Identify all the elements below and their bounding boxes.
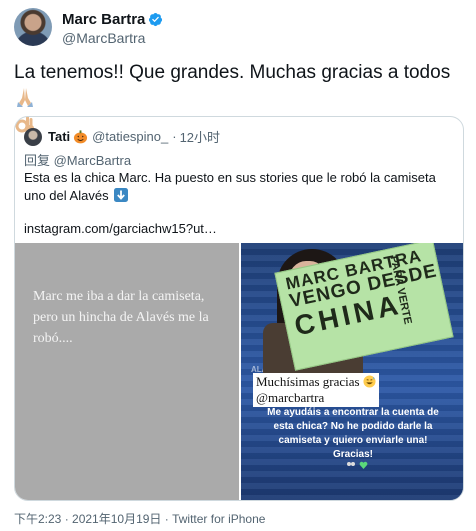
quote-header: Tati @tatiespino_ · 12小时 <box>24 127 220 146</box>
author-name[interactable]: Marc Bartra <box>62 11 145 28</box>
story-caption: Muchísimas gracias @marcbartra <box>253 373 379 407</box>
story-question: Me ayudáis a encontrar la cuenta de esta… <box>267 407 439 460</box>
grinning-sweat-emoji-icon <box>363 375 376 388</box>
quote-text-block: Esta es la chica Marc. Ha puesto en sus … <box>24 169 454 205</box>
story-caption-thanks: Muchísimas gracias <box>256 374 360 389</box>
quote-separator: · <box>172 129 177 144</box>
folded-hands-icon <box>17 88 33 107</box>
media-image-right[interactable]: ALAVÉS MARC BARTRA VENGO DESDE CHINA PAR… <box>241 243 463 500</box>
quote-reply-to: 回复 @MarcBartra <box>24 153 132 168</box>
quote-link[interactable]: instagram.com/garciachw15?ut… <box>24 221 217 236</box>
author-handle[interactable]: @MarcBartra <box>62 30 145 46</box>
author-avatar[interactable] <box>14 8 52 46</box>
quote-time: 12小时 <box>179 130 221 145</box>
quote-text: Esta es la chica Marc. Ha puesto en sus … <box>24 170 436 203</box>
quote-media[interactable]: Marc me iba a dar la camiseta, pero un h… <box>15 243 463 500</box>
media-left-text: Marc me iba a dar la camiseta, pero un h… <box>33 289 209 346</box>
tweet-meta[interactable]: 下午2:23 · 2021年10月19日 · Twitter for iPhon… <box>14 510 265 527</box>
tweet-text: La tenemos!! Que grandes. Muchas gracias… <box>14 62 451 83</box>
quote-author-avatar <box>24 127 42 146</box>
story-caption-line: Muchísimas gracias <box>256 374 376 390</box>
author-name-row: Marc Bartra <box>62 11 163 28</box>
quoted-tweet[interactable]: Tati @tatiespino_ · 12小时 回复 @MarcBartra … <box>14 116 464 501</box>
quote-author-name: Tati <box>48 129 71 144</box>
people-icon <box>347 462 355 466</box>
pumpkin-icon <box>74 130 88 144</box>
quote-author-handle: @tatiespino_ <box>92 129 169 144</box>
down-arrow-icon <box>114 188 129 202</box>
media-image-left[interactable]: Marc me iba a dar la camiseta, pero un h… <box>15 243 239 500</box>
story-emojis-icon <box>346 461 368 471</box>
story-caption-mention: @marcbartra <box>256 390 325 405</box>
tweet-header: Marc Bartra @MarcBartra <box>14 8 454 48</box>
verified-badge-icon <box>149 12 163 27</box>
green-heart-icon <box>359 461 367 469</box>
